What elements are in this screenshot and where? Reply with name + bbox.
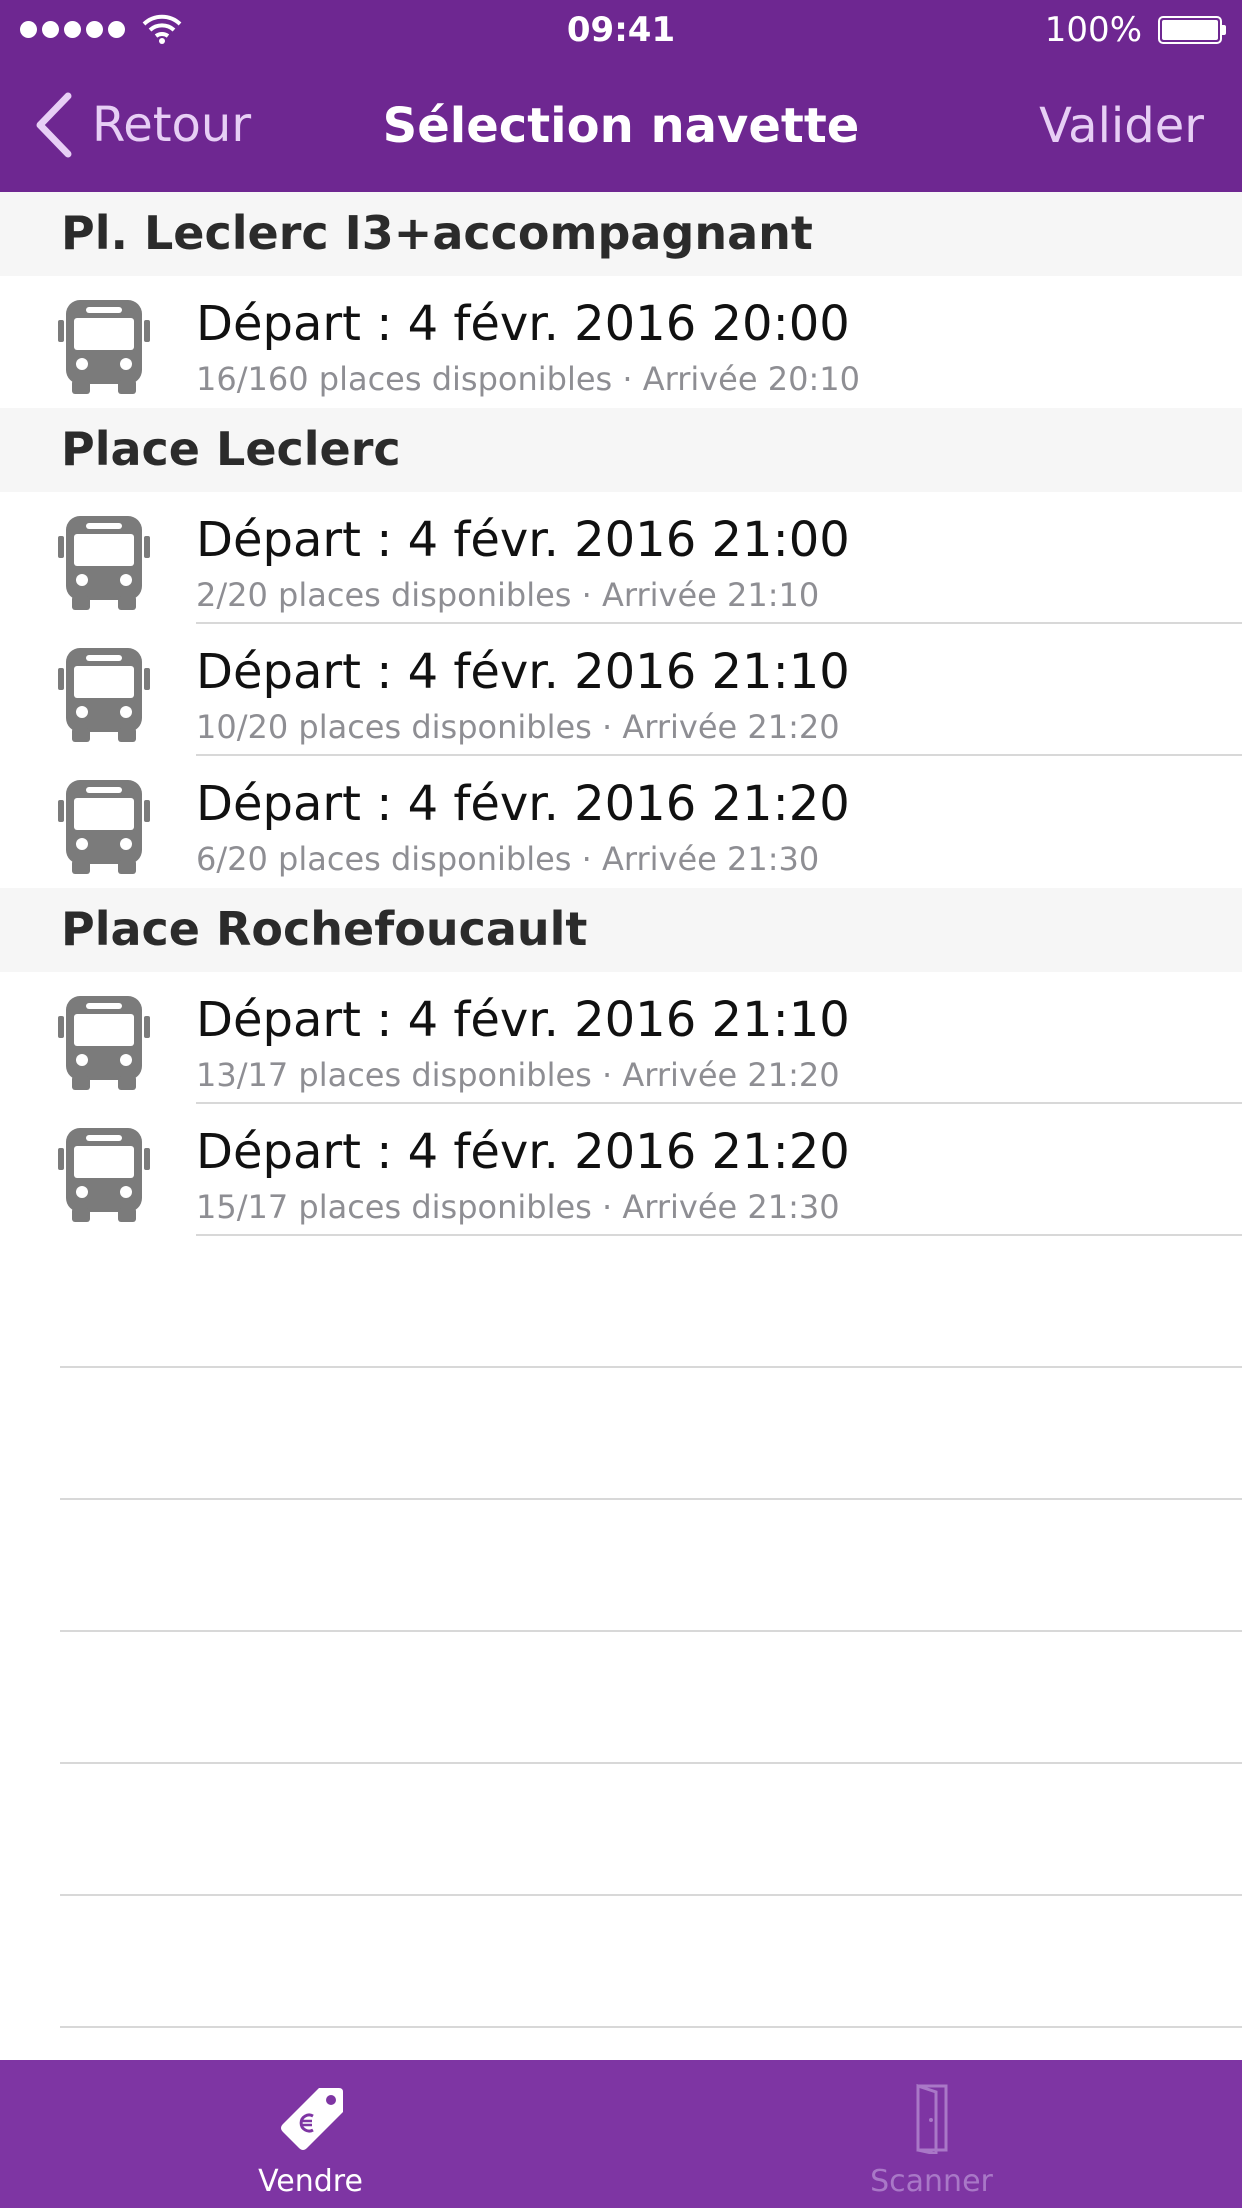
section-title: Place Rochefoucault — [61, 902, 588, 956]
tab-vendre[interactable]: Vendre — [0, 2060, 621, 2208]
section-title: Pl. Leclerc I3+accompagnant — [61, 206, 813, 260]
tab-label: Vendre — [258, 2164, 363, 2199]
availability-text: 16/160 places disponibles · Arrivée 20:1… — [196, 360, 860, 398]
section-header: Place Rochefoucault — [0, 888, 1242, 972]
departure-time: Départ : 4 févr. 2016 21:00 — [196, 512, 850, 568]
shuttle-row[interactable]: Départ : 4 févr. 2016 20:00 16/160 place… — [0, 276, 1242, 408]
availability-text: 10/20 places disponibles · Arrivée 21:20 — [196, 708, 840, 746]
row-separator — [0, 1368, 1242, 1500]
section-title: Place Leclerc — [61, 422, 401, 476]
navigation-bar: Retour Sélection navette Valider — [0, 62, 1242, 192]
shuttle-row[interactable]: Départ : 4 févr. 2016 21:20 15/17 places… — [0, 1104, 1242, 1236]
battery-icon — [1158, 16, 1226, 44]
departure-time: Départ : 4 févr. 2016 21:10 — [196, 644, 850, 700]
row-separator — [0, 1896, 1242, 2028]
shuttle-row[interactable]: Départ : 4 févr. 2016 21:10 10/20 places… — [0, 624, 1242, 756]
bus-icon — [58, 516, 150, 610]
battery-percentage: 100% — [1044, 10, 1142, 50]
tab-bar: Vendre Scanner — [0, 2060, 1242, 2208]
bus-icon — [58, 780, 150, 874]
empty-list-area — [0, 1236, 1242, 2028]
availability-text: 13/17 places disponibles · Arrivée 21:20 — [196, 1056, 840, 1094]
departure-time: Départ : 4 févr. 2016 21:20 — [196, 1124, 850, 1180]
shuttle-list: Pl. Leclerc I3+accompagnant Départ : 4 f… — [0, 192, 1242, 1236]
availability-text: 15/17 places disponibles · Arrivée 21:30 — [196, 1188, 840, 1226]
row-separator — [0, 1632, 1242, 1764]
availability-text: 6/20 places disponibles · Arrivée 21:30 — [196, 840, 820, 878]
row-separator — [0, 1500, 1242, 1632]
shuttle-row[interactable]: Départ : 4 févr. 2016 21:10 13/17 places… — [0, 972, 1242, 1104]
row-separator — [0, 1764, 1242, 1896]
row-separator — [0, 1236, 1242, 1368]
price-tag-euro-icon — [280, 2088, 343, 2150]
bus-icon — [58, 1128, 150, 1222]
departure-time: Départ : 4 févr. 2016 20:00 — [196, 296, 850, 352]
availability-text: 2/20 places disponibles · Arrivée 21:10 — [196, 576, 820, 614]
door-icon — [916, 2083, 947, 2154]
section-header: Place Leclerc — [0, 408, 1242, 492]
bus-icon — [58, 996, 150, 1090]
tab-scanner[interactable]: Scanner — [621, 2060, 1242, 2208]
section-header: Pl. Leclerc I3+accompagnant — [0, 192, 1242, 276]
departure-time: Départ : 4 févr. 2016 21:10 — [196, 992, 850, 1048]
shuttle-row[interactable]: Départ : 4 févr. 2016 21:20 6/20 places … — [0, 756, 1242, 888]
validate-button[interactable]: Valider — [1039, 98, 1204, 154]
tab-label: Scanner — [870, 2164, 993, 2199]
shuttle-row[interactable]: Départ : 4 févr. 2016 21:00 2/20 places … — [0, 492, 1242, 624]
departure-time: Départ : 4 févr. 2016 21:20 — [196, 776, 850, 832]
status-bar: 09:41 100% — [0, 0, 1242, 62]
bus-icon — [58, 648, 150, 742]
bus-icon — [58, 300, 150, 394]
